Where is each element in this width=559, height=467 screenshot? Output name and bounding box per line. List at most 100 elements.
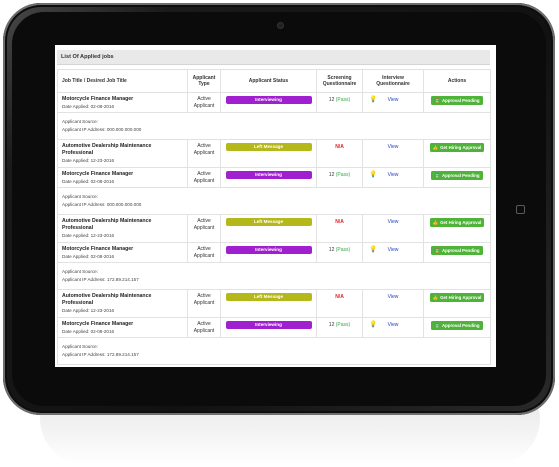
- action-label: Get Hiring Approval: [440, 295, 482, 300]
- action-label: Approval Pending: [441, 173, 480, 178]
- get-hiring-approval-button[interactable]: 👍 Get Hiring Approval: [429, 293, 485, 302]
- interview-cell: View: [362, 139, 424, 168]
- job-title[interactable]: Motorcycle Finance Manager: [62, 171, 183, 178]
- applicant-source: Applicant Source:: [62, 344, 99, 349]
- action-label: Approval Pending: [441, 323, 480, 328]
- actions-cell: ⌛ Approval Pending: [423, 92, 491, 113]
- view-link[interactable]: View: [388, 144, 399, 150]
- view-link[interactable]: View: [388, 247, 399, 253]
- applicant-ip: Applicant IP Address: 172.89.214.157: [62, 277, 139, 282]
- date-applied: Date Applied: 12-23-2016: [62, 308, 115, 313]
- source-row: Applicant Source: Applicant IP Address: 1…: [57, 262, 491, 290]
- applicant-type: Active Applicant: [187, 289, 221, 318]
- screening-score: 12: [328, 172, 335, 178]
- job-cell: Automotive Dealership Maintenance Profes…: [57, 139, 188, 168]
- col-screening: Screening Questionnaire: [316, 69, 363, 93]
- interview-cell: View: [362, 289, 424, 318]
- screening-cell: N/A: [316, 139, 363, 168]
- date-applied: Date Applied: 02-08-2016: [62, 254, 115, 259]
- action-label: Get Hiring Approval: [440, 145, 482, 150]
- actions-cell: ⌛ Approval Pending: [423, 317, 491, 338]
- status-cell: Interviewing: [220, 242, 317, 263]
- status-cell: Left Message: [220, 289, 317, 318]
- applicant-type: Active Applicant: [187, 139, 221, 168]
- screening-na: N/A: [335, 219, 344, 225]
- lightbulb-icon[interactable]: 💡: [369, 96, 377, 103]
- job-title[interactable]: Automotive Dealership Maintenance Profes…: [62, 293, 183, 307]
- table-row: Motorcycle Finance Manager Date Applied: …: [57, 242, 491, 263]
- get-hiring-approval-button[interactable]: 👍 Get Hiring Approval: [429, 218, 485, 227]
- status-badge[interactable]: Left Message: [225, 218, 312, 226]
- applicant-type: Active Applicant: [187, 92, 221, 113]
- hourglass-icon: ⌛: [434, 323, 440, 328]
- hourglass-icon: ⌛: [434, 248, 440, 253]
- interview-cell: View: [362, 214, 424, 243]
- actions-cell: 👍 Get Hiring Approval: [423, 139, 491, 168]
- lightbulb-icon[interactable]: 💡: [369, 246, 377, 253]
- status-badge[interactable]: Left Message: [225, 143, 312, 151]
- source-cell: Applicant Source: Applicant IP Address: 0…: [57, 112, 491, 140]
- approval-pending-button[interactable]: ⌛ Approval Pending: [431, 246, 483, 255]
- job-title[interactable]: Automotive Dealership Maintenance Profes…: [62, 218, 183, 232]
- view-link[interactable]: View: [388, 219, 399, 225]
- date-applied: Date Applied: 02-08-2016: [62, 179, 115, 184]
- job-cell: Motorcycle Finance Manager Date Applied: …: [57, 317, 188, 338]
- table-row: Automotive Dealership Maintenance Profes…: [57, 139, 491, 168]
- applicant-source: Applicant Source:: [62, 269, 99, 274]
- applicant-type: Active Applicant: [187, 242, 221, 263]
- status-badge[interactable]: Interviewing: [225, 321, 312, 329]
- camera-icon: [278, 23, 283, 28]
- date-applied: Date Applied: 12-23-2016: [62, 158, 115, 163]
- tablet-screen: List Of Applied jobs Job Title / Desired…: [55, 45, 496, 367]
- job-title[interactable]: Motorcycle Finance Manager: [62, 321, 183, 328]
- screening-cell: 12 (Pass): [316, 242, 363, 263]
- thumbs-up-icon: 👍: [432, 220, 439, 225]
- view-link[interactable]: View: [388, 172, 399, 178]
- screening-cell: N/A: [316, 214, 363, 243]
- applicant-ip: Applicant IP Address: 000.000.000.000: [62, 127, 142, 132]
- actions-cell: ⌛ Approval Pending: [423, 242, 491, 263]
- col-applicant-type: Applicant Type: [187, 69, 221, 93]
- status-cell: Interviewing: [220, 92, 317, 113]
- table-row: Motorcycle Finance Manager Date Applied: …: [57, 92, 491, 113]
- interview-cell: 💡 View: [362, 167, 424, 188]
- table-row: Motorcycle Finance Manager Date Applied: …: [57, 317, 491, 338]
- status-badge[interactable]: Interviewing: [225, 171, 312, 179]
- status-badge[interactable]: Interviewing: [225, 96, 312, 104]
- col-actions: Actions: [423, 69, 491, 93]
- screening-score: 12: [328, 97, 335, 103]
- source-row: Applicant Source: Applicant IP Address: 1…: [57, 337, 491, 365]
- applicant-type: Active Applicant: [187, 167, 221, 188]
- interview-cell: 💡 View: [362, 317, 424, 338]
- date-applied: Date Applied: 12-23-2016: [62, 233, 115, 238]
- view-link[interactable]: View: [388, 294, 399, 300]
- view-link[interactable]: View: [388, 97, 399, 103]
- source-cell: Applicant Source: Applicant IP Address: 1…: [57, 262, 491, 290]
- approval-pending-button[interactable]: ⌛ Approval Pending: [431, 321, 483, 330]
- action-label: Approval Pending: [441, 98, 480, 103]
- status-cell: Interviewing: [220, 317, 317, 338]
- lightbulb-icon[interactable]: 💡: [369, 171, 377, 178]
- screening-score: 12: [328, 247, 335, 253]
- home-button[interactable]: [516, 205, 525, 214]
- job-title[interactable]: Automotive Dealership Maintenance Profes…: [62, 143, 183, 157]
- actions-cell: 👍 Get Hiring Approval: [423, 214, 491, 243]
- get-hiring-approval-button[interactable]: 👍 Get Hiring Approval: [429, 143, 485, 152]
- col-applicant-status: Applicant Status: [220, 69, 317, 93]
- screening-na: N/A: [335, 144, 344, 150]
- actions-cell: ⌛ Approval Pending: [423, 167, 491, 188]
- view-link[interactable]: View: [388, 322, 399, 328]
- status-badge[interactable]: Left Message: [225, 293, 312, 301]
- lightbulb-icon[interactable]: 💡: [369, 321, 377, 328]
- status-badge[interactable]: Interviewing: [225, 246, 312, 254]
- applicant-ip: Applicant IP Address: 172.89.214.157: [62, 352, 139, 357]
- job-cell: Automotive Dealership Maintenance Profes…: [57, 289, 188, 318]
- applicant-type: Active Applicant: [187, 214, 221, 243]
- approval-pending-button[interactable]: ⌛ Approval Pending: [431, 171, 483, 180]
- job-title[interactable]: Motorcycle Finance Manager: [62, 246, 183, 253]
- action-label: Approval Pending: [441, 248, 480, 253]
- status-cell: Left Message: [220, 139, 317, 168]
- job-title[interactable]: Motorcycle Finance Manager: [62, 96, 183, 103]
- table-row: Automotive Dealership Maintenance Profes…: [57, 289, 491, 318]
- approval-pending-button[interactable]: ⌛ Approval Pending: [431, 96, 483, 105]
